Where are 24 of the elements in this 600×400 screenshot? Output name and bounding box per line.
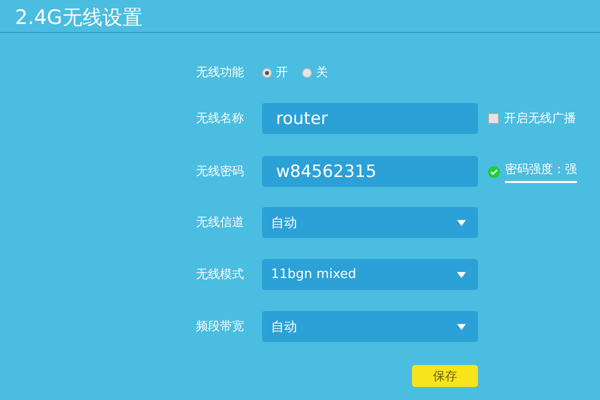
radio-label[interactable]: 开	[276, 64, 288, 81]
check-icon	[488, 166, 500, 178]
caret-icon	[457, 220, 466, 226]
page-title: 2.4G无线设置	[15, 5, 142, 29]
text-field[interactable]: router	[262, 103, 478, 134]
dropdown[interactable]: 自动	[262, 311, 478, 342]
checkbox[interactable]	[488, 113, 499, 124]
dropdown[interactable]: 11bgn mixed	[262, 259, 478, 290]
password-strength: 密码强度：强	[505, 160, 577, 182]
radio-label[interactable]: 关	[316, 64, 328, 81]
checkbox-label[interactable]: 开启无线广播	[504, 110, 576, 127]
field-label: 无线名称	[196, 110, 244, 127]
radio-button[interactable]	[302, 68, 312, 78]
field-label: 无线模式	[196, 266, 244, 283]
caret-icon	[457, 272, 466, 278]
field-label: 无线功能	[196, 64, 244, 81]
field-label: 无线信道	[196, 214, 244, 231]
field-label: 无线密码	[196, 163, 244, 180]
radio-button[interactable]	[262, 68, 272, 78]
save-button[interactable]: 保存	[412, 365, 478, 387]
text-field[interactable]: w84562315	[262, 156, 478, 187]
dropdown[interactable]: 自动	[262, 207, 478, 238]
field-label: 频段带宽	[196, 318, 244, 335]
caret-icon	[457, 324, 466, 330]
